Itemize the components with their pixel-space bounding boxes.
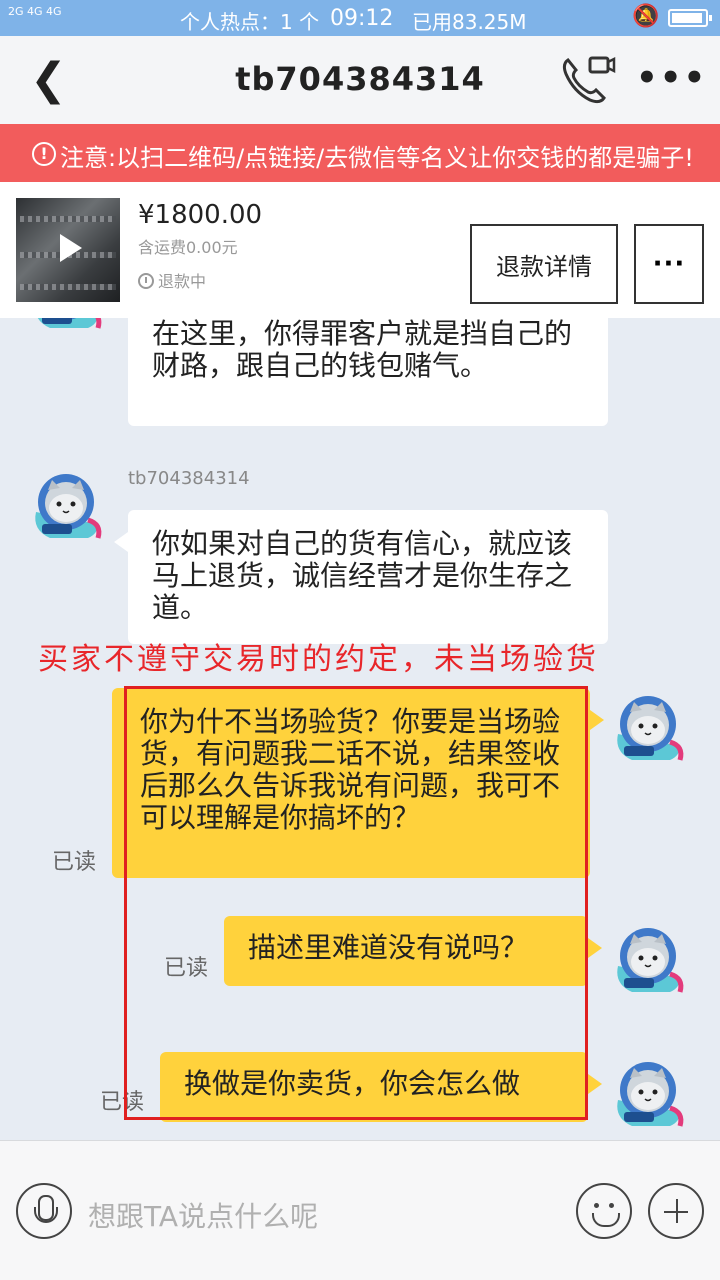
status-bar: 2G 4G 4G 个人热点：1 个 09:12 已用83.25M 🔕	[0, 0, 720, 36]
signal-icon: 2G 4G 4G	[8, 5, 62, 18]
warning-text: 注意:以扫二维码/点链接/去微信等名义让你交钱的都是骗子!	[60, 144, 694, 172]
emoji-icon[interactable]	[576, 1183, 632, 1239]
message-bubble[interactable]: 在这里，你得罪客户就是挡自己的财路，跟自己的钱包赌气。	[128, 318, 608, 426]
battery-fill	[672, 13, 703, 23]
more-icon[interactable]: •••	[636, 58, 707, 98]
play-icon	[60, 234, 82, 262]
hotspot-status: 个人热点：1 个	[180, 10, 320, 34]
refund-status: 退款中	[138, 268, 206, 292]
message-input[interactable]: 想跟TA说点什么呢	[88, 1195, 318, 1235]
refund-details-button[interactable]: 退款详情	[470, 224, 618, 304]
order-more-button[interactable]: ···	[634, 224, 704, 304]
bell-off-icon: 🔕	[632, 4, 660, 29]
alert-icon: !	[32, 142, 56, 166]
read-receipt: 已读	[52, 850, 97, 875]
data-usage: 已用83.25M	[412, 10, 527, 34]
message-text: 你如果对自己的货有信心，就应该马上退货，诚信经营才是你生存之道。	[152, 527, 573, 624]
message-list[interactable]: 在这里，你得罪客户就是挡自己的财路，跟自己的钱包赌气。 tb704384314 …	[0, 318, 720, 1140]
seller-avatar[interactable]	[30, 318, 106, 334]
scam-warning-banner: ! 注意:以扫二维码/点链接/去微信等名义让你交钱的都是骗子!	[0, 124, 720, 182]
product-video-thumbnail[interactable]	[16, 198, 120, 302]
microphone-icon[interactable]	[16, 1183, 72, 1239]
order-card[interactable]: ¥1800.00 含运费0.00元 退款中 退款详情 ···	[0, 182, 720, 318]
order-price: ¥1800.00	[138, 200, 263, 230]
plus-icon[interactable]	[648, 1183, 704, 1239]
message-bubble[interactable]: 你如果对自己的货有信心，就应该马上退货，诚信经营才是你生存之道。	[114, 510, 608, 644]
clock: 09:12	[330, 6, 394, 31]
seller-avatar[interactable]	[30, 468, 106, 544]
buyer-avatar[interactable]	[612, 922, 688, 998]
refund-status-label: 退款中	[158, 272, 207, 291]
red-annotation: 买家不遵守交易时的约定，未当场验货	[38, 642, 599, 677]
message-text: 在这里，你得罪客户就是挡自己的财路，跟自己的钱包赌气。	[152, 318, 573, 382]
chat-header: ❮ tb704384314 •••	[0, 36, 720, 124]
video-call-icon[interactable]	[560, 54, 616, 104]
sender-name: tb704384314	[128, 468, 250, 489]
battery-icon	[668, 9, 712, 27]
buyer-avatar[interactable]	[612, 690, 688, 766]
clock-icon	[138, 273, 154, 289]
shipping-fee: 含运费0.00元	[138, 238, 238, 257]
highlight-box	[124, 686, 588, 1120]
buyer-avatar[interactable]	[612, 1056, 688, 1132]
input-bar: 想跟TA说点什么呢	[0, 1140, 720, 1280]
